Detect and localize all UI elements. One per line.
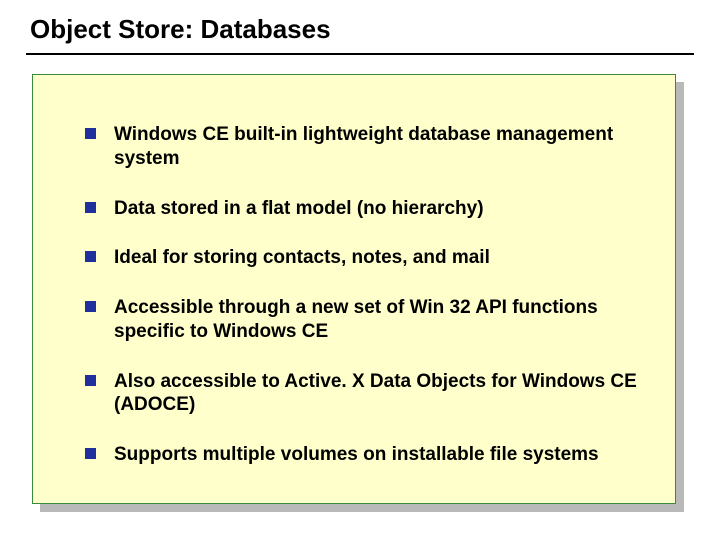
list-item: Supports multiple volumes on installable… <box>85 443 639 467</box>
content-panel: Windows CE built-in lightweight database… <box>32 74 676 504</box>
square-bullet-icon <box>85 128 96 139</box>
list-item: Also accessible to Active. X Data Object… <box>85 370 639 418</box>
bullet-list: Windows CE built-in lightweight database… <box>85 123 639 467</box>
list-item: Windows CE built-in lightweight database… <box>85 123 639 171</box>
title-divider <box>26 53 694 55</box>
list-item: Data stored in a flat model (no hierarch… <box>85 197 639 221</box>
bullet-text: Data stored in a flat model (no hierarch… <box>114 197 484 221</box>
square-bullet-icon <box>85 301 96 312</box>
page-title: Object Store: Databases <box>26 14 694 53</box>
square-bullet-icon <box>85 202 96 213</box>
bullet-text: Supports multiple volumes on installable… <box>114 443 599 467</box>
bullet-text: Windows CE built-in lightweight database… <box>114 123 639 171</box>
bullet-text: Accessible through a new set of Win 32 A… <box>114 296 639 344</box>
list-item: Accessible through a new set of Win 32 A… <box>85 296 639 344</box>
list-item: Ideal for storing contacts, notes, and m… <box>85 246 639 270</box>
square-bullet-icon <box>85 375 96 386</box>
bullet-text: Ideal for storing contacts, notes, and m… <box>114 246 490 270</box>
square-bullet-icon <box>85 448 96 459</box>
bullet-text: Also accessible to Active. X Data Object… <box>114 370 639 418</box>
slide: Object Store: Databases Windows CE built… <box>0 0 720 540</box>
square-bullet-icon <box>85 251 96 262</box>
